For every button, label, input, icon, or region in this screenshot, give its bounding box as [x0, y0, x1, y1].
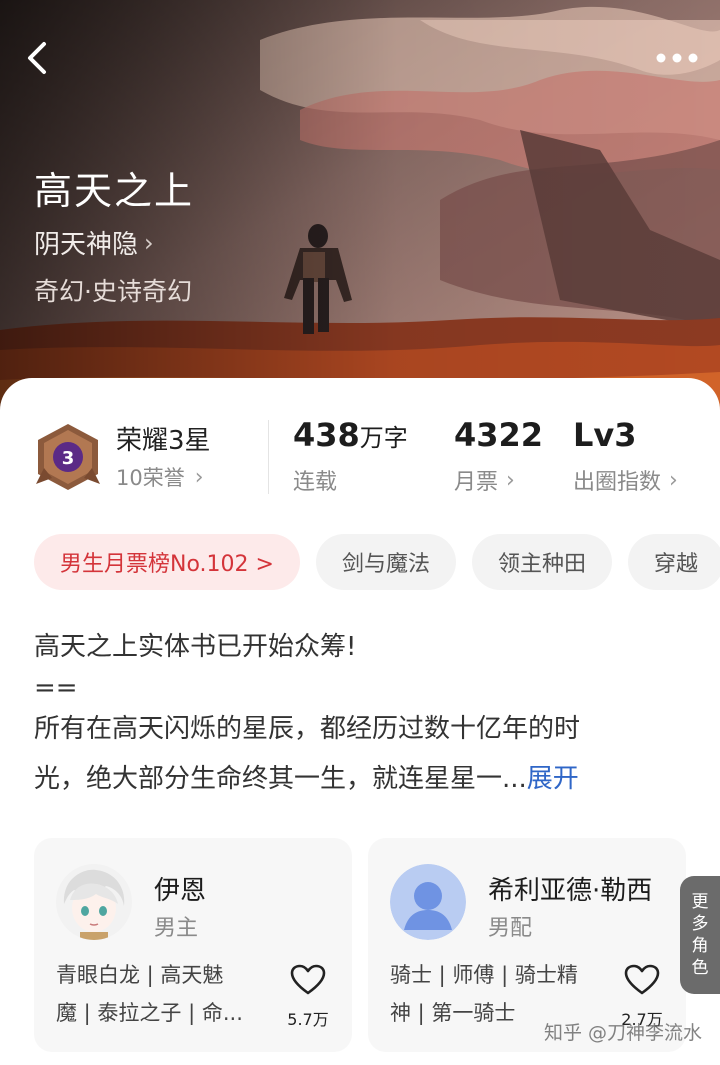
breakout-index-label: 出圈指数	[573, 470, 662, 495]
expand-link[interactable]: 展开	[527, 764, 579, 794]
breakout-index-stat[interactable]: Lv3 出圈指数 ›	[573, 416, 678, 496]
character-role: 男配	[488, 916, 533, 941]
more-options-button[interactable]	[652, 44, 702, 72]
book-title: 高天之上	[34, 169, 195, 213]
chevron-right-icon: ›	[669, 467, 678, 493]
monthly-votes-label: 月票	[454, 470, 499, 495]
character-role: 男主	[154, 916, 199, 941]
heart-icon	[624, 964, 660, 995]
character-name: 伊恩	[154, 876, 207, 906]
like-button[interactable]: 5.7万	[282, 964, 334, 1030]
tag-monthly-rank[interactable]: 男生月票榜No.102 >	[34, 534, 300, 590]
author-link[interactable]: 阴天神隐 ›	[34, 224, 154, 261]
description-line: 光，绝大部分生命终其一生，就连星星一...展开	[34, 764, 579, 794]
tag-item[interactable]: 领主种田	[471, 534, 612, 590]
chevron-right-icon: ›	[194, 464, 204, 490]
monthly-votes-stat[interactable]: 4322 月票 ›	[454, 416, 543, 496]
chevron-left-icon	[28, 42, 46, 74]
character-avatar-placeholder	[390, 864, 466, 940]
word-count-stat: 438万字 连载	[293, 416, 408, 496]
more-characters-button[interactable]: 更 多 角 色	[680, 876, 720, 994]
character-avatar	[56, 864, 132, 940]
word-count-unit: 万字	[359, 424, 408, 452]
more-dots-icon	[656, 53, 698, 63]
character-name: 希利亚德·勒西	[488, 876, 653, 906]
honor-points: 10荣誉	[116, 466, 185, 490]
watermark: 知乎 @刀神李流水	[543, 1022, 702, 1044]
badge-number: 3	[62, 448, 75, 469]
back-button[interactable]	[18, 36, 58, 80]
description-line: ==	[34, 673, 78, 703]
honor-points-link[interactable]: 10荣誉 ›	[116, 462, 204, 492]
word-count-value: 438	[293, 416, 360, 454]
description-line: 高天之上实体书已开始众筹!	[34, 632, 357, 662]
character-tags: 青眼白龙 | 高天魅 魔 | 泰拉之子 | 命...	[56, 963, 243, 1025]
heart-icon	[290, 964, 326, 995]
word-count-label: 连载	[293, 470, 338, 495]
honor-title: 荣耀3星	[116, 426, 211, 456]
tag-item[interactable]: 穿越	[627, 534, 720, 590]
tag-list: 男生月票榜No.102 > 剑与魔法 领主种田 穿越	[34, 534, 720, 590]
chevron-right-icon: ›	[144, 228, 154, 257]
honor-badge-icon: 3	[36, 424, 100, 490]
genre-label: 奇幻·史诗奇幻	[34, 277, 192, 306]
book-description: 高天之上实体书已开始众筹! == 所有在高天闪烁的星辰，都经历过数十亿年的时 光…	[34, 622, 684, 804]
monthly-votes-value: 4322	[454, 416, 544, 454]
book-info-card: 3 荣耀3星 10荣誉 › 438万字 连载 4322 月票 › Lv3 出圈指…	[0, 378, 720, 1065]
like-count: 5.7万	[287, 1010, 329, 1029]
divider	[268, 420, 269, 494]
chevron-right-icon: ›	[506, 467, 515, 493]
description-line: 所有在高天闪烁的星辰，都经历过数十亿年的时	[34, 714, 581, 744]
breakout-index-value: Lv3	[573, 416, 637, 454]
character-card[interactable]: 伊恩 男主 青眼白龙 | 高天魅 魔 | 泰拉之子 | 命... 5.7万	[34, 838, 352, 1052]
author-name: 阴天神隐	[34, 230, 139, 260]
hero-cover: 高天之上 阴天神隐 › 奇幻·史诗奇幻	[0, 0, 720, 420]
stats-row: 3 荣耀3星 10荣誉 › 438万字 连载 4322 月票 › Lv3 出圈指…	[0, 378, 720, 508]
tag-item[interactable]: 剑与魔法	[315, 534, 456, 590]
